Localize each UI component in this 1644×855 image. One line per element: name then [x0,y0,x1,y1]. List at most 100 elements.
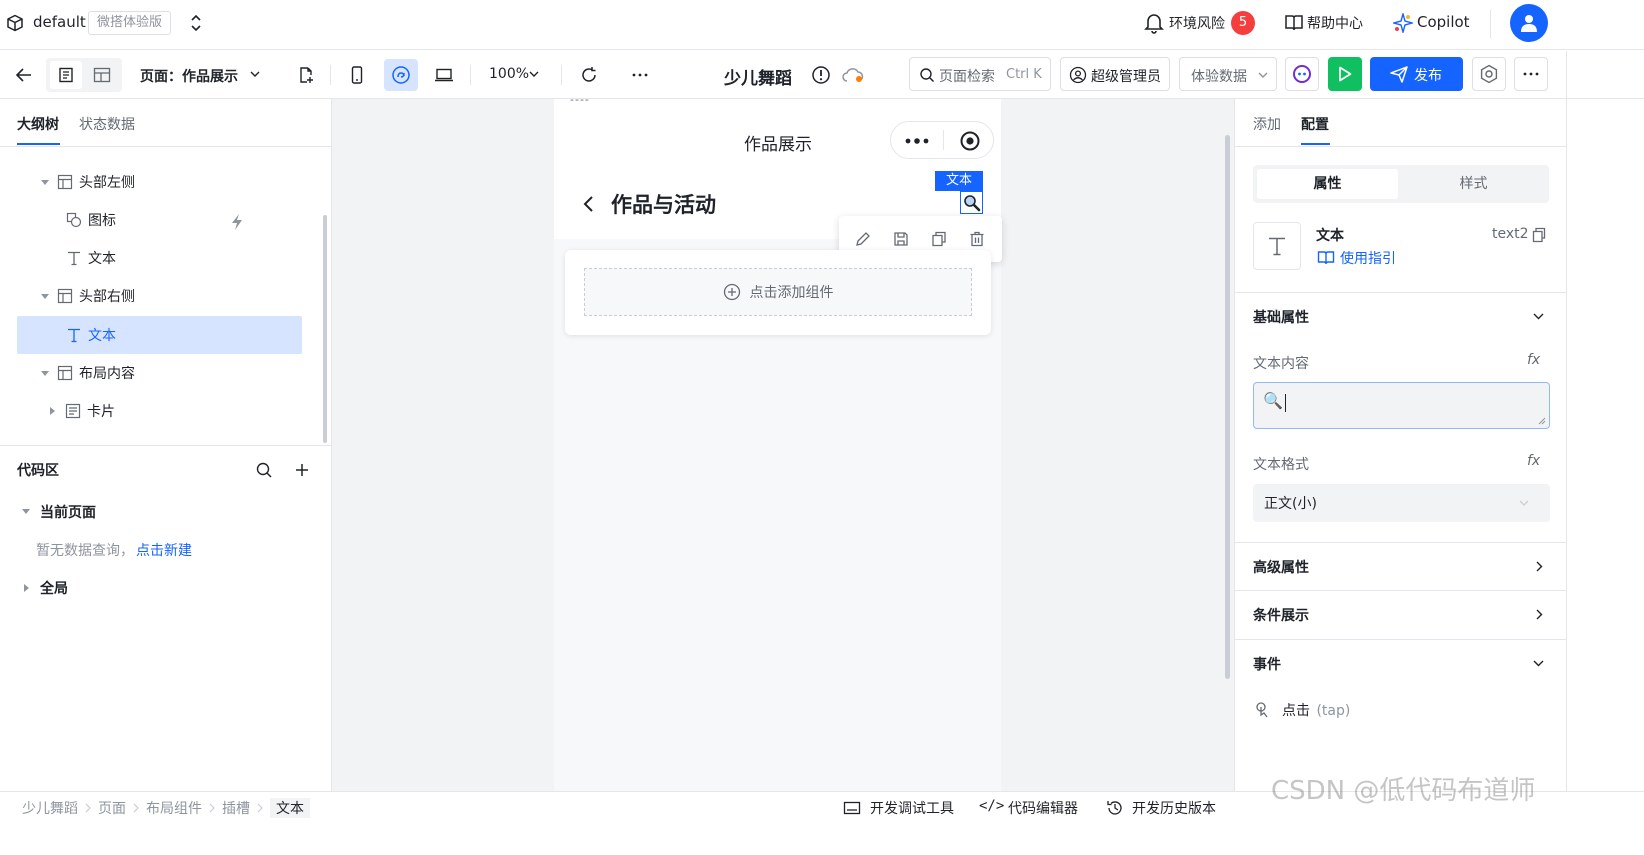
event-tap[interactable]: 点击 (tap) [1282,700,1350,720]
layout-view-button[interactable] [86,61,118,89]
env-risk-label[interactable]: 环境风险 [1169,13,1225,33]
mobile-preview-button[interactable] [344,59,370,91]
dev-tools-button[interactable]: 开发调试工具 [870,798,954,818]
card-component[interactable]: 点击添加组件 [565,250,991,335]
component-id: text2 [1492,226,1529,242]
section-advanced-props[interactable]: 高级属性 [1235,542,1567,590]
tree-node-header-left[interactable]: 头部左侧 [41,163,135,201]
canvas-scrollbar[interactable] [1225,135,1230,679]
dev-history-button[interactable]: 开发历史版本 [1132,798,1216,818]
phone-preview[interactable]: ---- 作品展示 作品与活动 文本 点击添加组件 [554,93,1002,791]
publish-button[interactable]: 发布 [1370,57,1463,91]
copy-icon[interactable] [1532,227,1546,243]
section-title: 基础属性 [1253,309,1309,326]
page-selector-label[interactable]: 页面：作品展示 [140,66,238,86]
section-basic-props[interactable]: 基础属性 [1235,292,1567,340]
chevron-down-icon[interactable] [1533,313,1544,320]
info-icon[interactable] [811,65,831,85]
add-query-icon[interactable] [294,462,310,478]
miniprogram-preview-button[interactable] [384,59,418,91]
create-query-link[interactable]: 点击新建 [136,540,192,560]
chevron-down-icon[interactable] [1533,660,1544,667]
new-page-button[interactable] [294,59,318,91]
zoom-level[interactable]: 100% [489,66,529,82]
refresh-button[interactable] [576,59,602,91]
chevron-down-icon[interactable] [250,71,260,78]
code-editor-button[interactable]: 代码编辑器 [1008,798,1078,818]
tab-add[interactable]: 添加 [1253,114,1281,134]
text-content-input[interactable]: 🔍 [1253,382,1550,429]
tab-config[interactable]: 配置 [1301,114,1329,134]
tree-node-text[interactable]: 文本 [66,239,116,277]
close-target-icon[interactable] [959,130,981,152]
lightning-icon[interactable] [229,213,245,231]
fx-button[interactable]: fx [1527,453,1540,469]
text-format-select[interactable]: 正文(小) [1253,484,1550,522]
miniprogram-capsule[interactable] [890,121,994,159]
role-selector[interactable]: 超级管理员 [1060,57,1170,91]
tree-node-icon[interactable]: 图标 [66,201,116,239]
more-options-button[interactable] [1514,57,1548,91]
breadcrumb: 少儿舞蹈 页面 布局组件 插槽 文本 [22,798,310,818]
data-mode-selector[interactable]: 体验数据 [1179,57,1277,91]
more-horizontal-icon [1523,72,1539,76]
chevron-down-icon[interactable] [529,71,539,78]
tree-scrollbar[interactable] [323,215,327,443]
avatar[interactable] [1510,4,1548,42]
back-button[interactable] [10,59,38,91]
code-search-icon[interactable] [255,461,273,479]
copilot-link[interactable]: Copilot [1417,13,1470,31]
selected-text-component[interactable] [960,191,983,214]
global-group[interactable]: 全局 [40,578,68,598]
more-button[interactable] [626,59,654,91]
caret-down-icon[interactable] [22,509,30,514]
tree-node-layout-content[interactable]: 布局内容 [41,354,135,392]
current-page-group[interactable]: 当前页面 [40,502,96,522]
copy-icon[interactable] [931,231,947,247]
run-preview-button[interactable] [1328,57,1362,91]
subtab-properties[interactable]: 属性 [1257,169,1398,199]
desktop-preview-button[interactable] [430,59,458,91]
breadcrumb-item[interactable]: 页面 [98,798,126,818]
caret-down-icon[interactable] [41,179,49,185]
settings-button[interactable] [1472,57,1506,91]
page-search-box[interactable]: 页面检索 Ctrl K [909,57,1051,91]
workspace-name[interactable]: default [33,13,86,31]
caret-right-icon[interactable] [24,584,29,592]
ai-assistant-button[interactable] [1285,57,1319,91]
breadcrumb-item[interactable]: 布局组件 [146,798,202,818]
page-view-button[interactable] [50,61,82,89]
breadcrumb-item[interactable]: 少儿舞蹈 [22,798,78,818]
chevron-left-icon[interactable] [582,195,594,213]
resize-handle-icon[interactable] [1538,417,1546,425]
caret-down-icon[interactable] [41,370,49,376]
fx-button[interactable]: fx [1527,352,1540,368]
section-events[interactable]: 事件 [1235,639,1567,687]
tab-state-data[interactable]: 状态数据 [79,114,135,134]
tree-node-header-right[interactable]: 头部右侧 [41,277,135,315]
caret-right-icon[interactable] [50,407,55,415]
help-center-link[interactable]: 帮助中心 [1307,13,1363,33]
tree-node-text-selected[interactable]: 文本 [66,316,116,354]
chevron-right-icon[interactable] [1536,561,1543,572]
edit-icon[interactable] [855,231,871,247]
delete-icon[interactable] [969,231,985,247]
chevron-right-icon[interactable] [1536,609,1543,620]
save-icon[interactable] [893,231,909,247]
cloud-sync-icon [841,66,865,84]
breadcrumb-item-current[interactable]: 文本 [270,798,310,818]
tree-node-card[interactable]: 卡片 [50,392,115,430]
usage-guide-link[interactable]: 使用指引 [1340,248,1396,268]
card-icon [65,403,81,419]
switch-workspace-icon[interactable] [189,13,203,33]
tab-outline-tree[interactable]: 大纲树 [17,114,59,134]
section-conditional-display[interactable]: 条件展示 [1235,590,1567,638]
bell-icon[interactable] [1144,12,1164,34]
design-canvas[interactable]: ---- 作品展示 作品与活动 文本 点击添加组件 [332,93,1234,791]
editor-toolbar: 页面：作品展示 100% 少儿舞蹈 页面检索 Ctrl K 超级管理员 体验数据… [0,51,1644,99]
caret-down-icon[interactable] [41,293,49,299]
breadcrumb-item[interactable]: 插槽 [222,798,250,818]
subtab-styles[interactable]: 样式 [1403,169,1544,199]
add-component-slot[interactable]: 点击添加组件 [584,268,972,316]
more-horizontal-icon[interactable] [905,138,929,144]
